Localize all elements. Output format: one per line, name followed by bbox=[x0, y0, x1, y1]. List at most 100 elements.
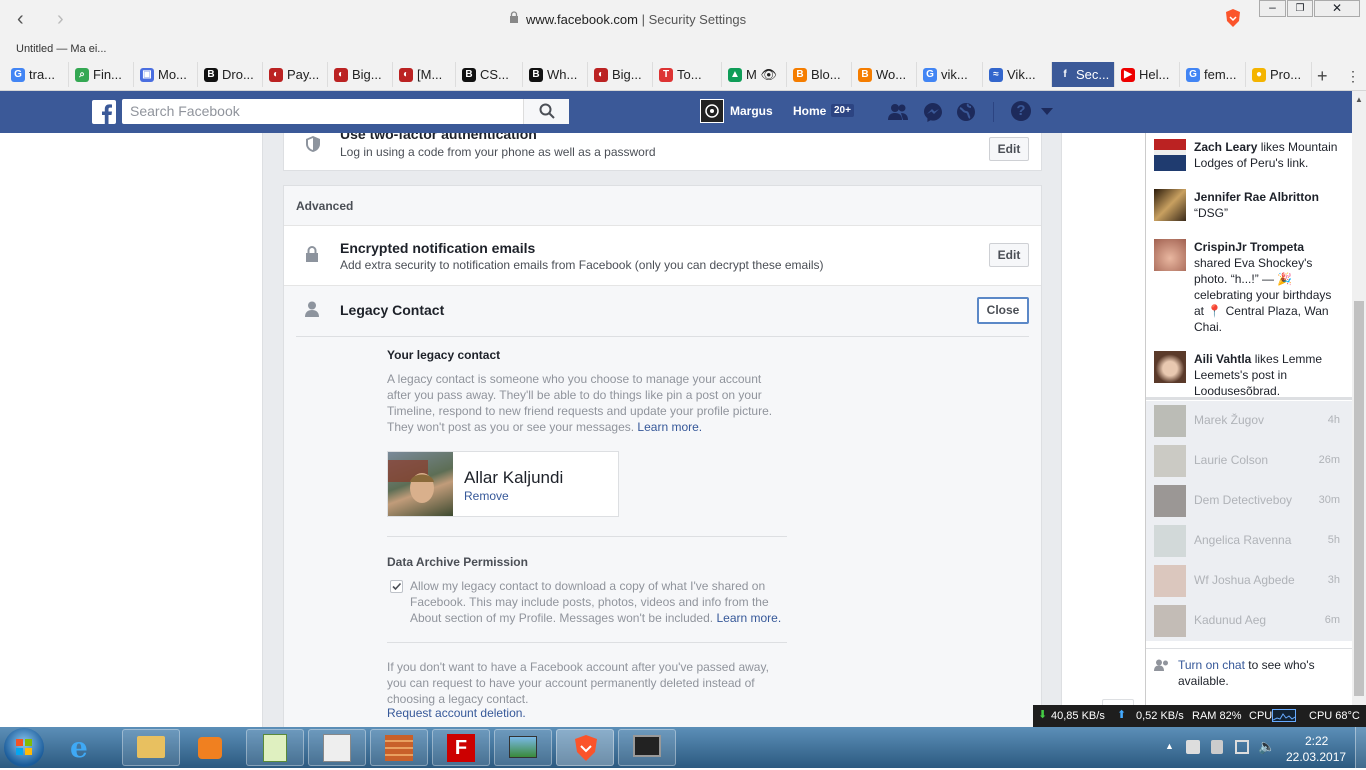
profile-name-link[interactable]: Margus bbox=[730, 104, 773, 118]
browser-tab[interactable]: ≈ Vik... bbox=[983, 62, 1052, 87]
two-factor-edit-button[interactable]: Edit bbox=[989, 137, 1029, 161]
browser-tab[interactable]: ◐ [M... bbox=[393, 62, 456, 87]
browser-tab[interactable]: Gvik... bbox=[917, 62, 983, 87]
browser-tab[interactable]: ▣ Mo... bbox=[134, 62, 198, 87]
firewall-taskbar-button[interactable] bbox=[370, 729, 428, 766]
tab-label: Big... bbox=[352, 67, 382, 82]
facebook-logo-icon[interactable] bbox=[92, 100, 116, 124]
tab-strip: Gtra... ⌕ Fin... ▣ Mo... B Dro... ◐ Pay... ◐ Big..… bbox=[0, 62, 1366, 91]
browser-tab[interactable]: B CS... bbox=[456, 62, 523, 87]
scrollbar-thumb[interactable] bbox=[1354, 301, 1364, 696]
browser-tab[interactable]: ◐ Pay... bbox=[263, 62, 328, 87]
help-icon[interactable]: ? bbox=[1011, 101, 1031, 121]
browser-tab[interactable]: ▲ M 👁 bbox=[722, 62, 787, 87]
notepad-icon bbox=[263, 734, 287, 762]
scroll-up-arrow-icon[interactable]: ▲ bbox=[1355, 95, 1363, 104]
new-tab-button[interactable]: + bbox=[1317, 66, 1328, 87]
chat-contact-name: Laurie Colson bbox=[1194, 453, 1269, 467]
legacy-contact-close-button[interactable]: Close bbox=[977, 297, 1029, 324]
address-bar[interactable]: www.facebook.com | Security Settings bbox=[526, 12, 746, 27]
profile-avatar[interactable] bbox=[700, 99, 724, 123]
cpu-graph-icon bbox=[1272, 709, 1296, 722]
messenger-icon[interactable] bbox=[923, 102, 943, 125]
brave-lion-icon[interactable] bbox=[1224, 8, 1242, 31]
chat-contact[interactable]: Marek Žugov 4h bbox=[1146, 401, 1352, 441]
search-box[interactable]: Search Facebook bbox=[122, 99, 569, 124]
search-button[interactable] bbox=[523, 99, 569, 124]
chat-contact[interactable]: Dem Detectiveboy 30m bbox=[1146, 481, 1352, 521]
browser-tab[interactable]: ◐ Big... bbox=[328, 62, 393, 87]
ticker-item[interactable]: Aili Vahtla likes Lemme Leemets's post i… bbox=[1154, 351, 1344, 397]
media-player-icon[interactable] bbox=[198, 737, 222, 759]
ticker-name[interactable]: Zach Leary bbox=[1194, 140, 1257, 154]
brave-taskbar-button[interactable] bbox=[556, 729, 614, 766]
paint-taskbar-button[interactable] bbox=[308, 729, 366, 766]
encrypted-emails-row[interactable]: Encrypted notification emails Add extra … bbox=[284, 226, 1041, 286]
browser-tab[interactable]: Gfem... bbox=[1180, 62, 1246, 87]
chat-contact[interactable]: Kadunud Aeg 6m bbox=[1146, 601, 1352, 641]
browser-tab[interactable]: B Wo... bbox=[852, 62, 917, 87]
explorer-taskbar-button[interactable] bbox=[122, 729, 180, 766]
legacy-contact-remove-link[interactable]: Remove bbox=[464, 489, 509, 503]
ticker-item[interactable]: Jennifer Rae Albritton “DSG” bbox=[1154, 189, 1344, 229]
ticker-name[interactable]: Aili Vahtla bbox=[1194, 352, 1251, 366]
tray-flag-icon[interactable] bbox=[1186, 740, 1200, 754]
browser-tab[interactable]: f Sec... bbox=[1052, 62, 1115, 87]
url-domain: www.facebook.com bbox=[526, 12, 638, 27]
notepad-taskbar-button[interactable] bbox=[246, 729, 304, 766]
tray-network-icon[interactable] bbox=[1235, 740, 1249, 754]
photo-viewer-taskbar-button[interactable] bbox=[494, 729, 552, 766]
account-menu-caret-icon[interactable] bbox=[1041, 108, 1053, 115]
browser-tab[interactable]: ◐ Big... bbox=[588, 62, 653, 87]
bookmark-item[interactable]: Untitled — Ma ei... bbox=[16, 43, 106, 55]
encrypted-emails-edit-button[interactable]: Edit bbox=[989, 243, 1029, 267]
turn-on-chat-link[interactable]: Turn on chat bbox=[1178, 658, 1245, 672]
close-window-button[interactable]: ✕ bbox=[1314, 0, 1360, 17]
notifications-globe-icon[interactable] bbox=[956, 102, 976, 125]
home-link[interactable]: Home bbox=[793, 104, 826, 118]
data-archive-checkbox[interactable] bbox=[390, 580, 403, 593]
tray-volume-icon[interactable]: 🔈 bbox=[1258, 738, 1275, 755]
tray-expand-icon[interactable]: ▲ bbox=[1165, 741, 1174, 751]
ticker-item[interactable]: Zach Leary likes Mountain Lodges of Peru… bbox=[1154, 139, 1344, 179]
clock-time[interactable]: 2:22 bbox=[1305, 734, 1328, 748]
upload-speed: 0,52 KB/s bbox=[1136, 710, 1184, 722]
legacy-learn-more-link[interactable]: Learn more. bbox=[637, 420, 702, 434]
chat-contact[interactable]: Wf Joshua Agbede 3h bbox=[1146, 561, 1352, 601]
contact-avatar[interactable] bbox=[388, 452, 453, 516]
show-desktop-button[interactable] bbox=[1355, 727, 1366, 768]
data-archive-learn-more-link[interactable]: Learn more. bbox=[716, 611, 781, 625]
start-button[interactable] bbox=[4, 728, 44, 767]
browser-tab[interactable]: B Dro... bbox=[198, 62, 263, 87]
tray-usb-icon[interactable] bbox=[1211, 740, 1223, 754]
back-icon[interactable]: ‹ bbox=[17, 8, 24, 31]
tab-label: tra... bbox=[29, 67, 56, 82]
forward-icon[interactable]: › bbox=[57, 8, 64, 31]
browser-tab[interactable]: Gtra... bbox=[5, 62, 69, 87]
terminal-taskbar-button[interactable] bbox=[618, 729, 676, 766]
friend-requests-icon[interactable] bbox=[887, 102, 909, 125]
tab-menu-icon[interactable]: ⋮ bbox=[1346, 68, 1360, 85]
legacy-contact-name[interactable]: Allar Kaljundi bbox=[464, 468, 563, 488]
request-deletion-link[interactable]: Request account deletion. bbox=[387, 706, 526, 720]
ticker-text: shared Eva Shockey's photo. “h...!” — 🎉 … bbox=[1194, 256, 1332, 334]
clock-date[interactable]: 22.03.2017 bbox=[1286, 750, 1346, 764]
ticker-avatar bbox=[1154, 139, 1186, 171]
ticker-item[interactable]: CrispinJr Trompeta shared Eva Shockey's p… bbox=[1154, 239, 1344, 339]
filezilla-taskbar-button[interactable]: F bbox=[432, 729, 490, 766]
browser-tab[interactable]: ⌕ Fin... bbox=[69, 62, 134, 87]
search-input[interactable]: Search Facebook bbox=[130, 103, 240, 119]
browser-tab[interactable]: B Blo... bbox=[787, 62, 852, 87]
browser-tab[interactable]: B Wh... bbox=[523, 62, 588, 87]
browser-tab[interactable]: T To... bbox=[653, 62, 722, 87]
ticker-name[interactable]: CrispinJr Trompeta bbox=[1194, 240, 1304, 254]
maximize-button[interactable]: ❐ bbox=[1287, 0, 1313, 17]
page-scrollbar[interactable]: ▲ bbox=[1352, 91, 1366, 727]
ticker-name[interactable]: Jennifer Rae Albritton bbox=[1194, 190, 1319, 204]
chat-contact[interactable]: Angelica Ravenna 5h bbox=[1146, 521, 1352, 561]
internet-explorer-icon[interactable]: e bbox=[70, 731, 88, 764]
browser-tab[interactable]: ● Pro... bbox=[1246, 62, 1312, 87]
chat-contact[interactable]: Laurie Colson 26m bbox=[1146, 441, 1352, 481]
browser-tab[interactable]: ▶ Hel... bbox=[1115, 62, 1180, 87]
minimize-button[interactable]: – bbox=[1259, 0, 1286, 17]
